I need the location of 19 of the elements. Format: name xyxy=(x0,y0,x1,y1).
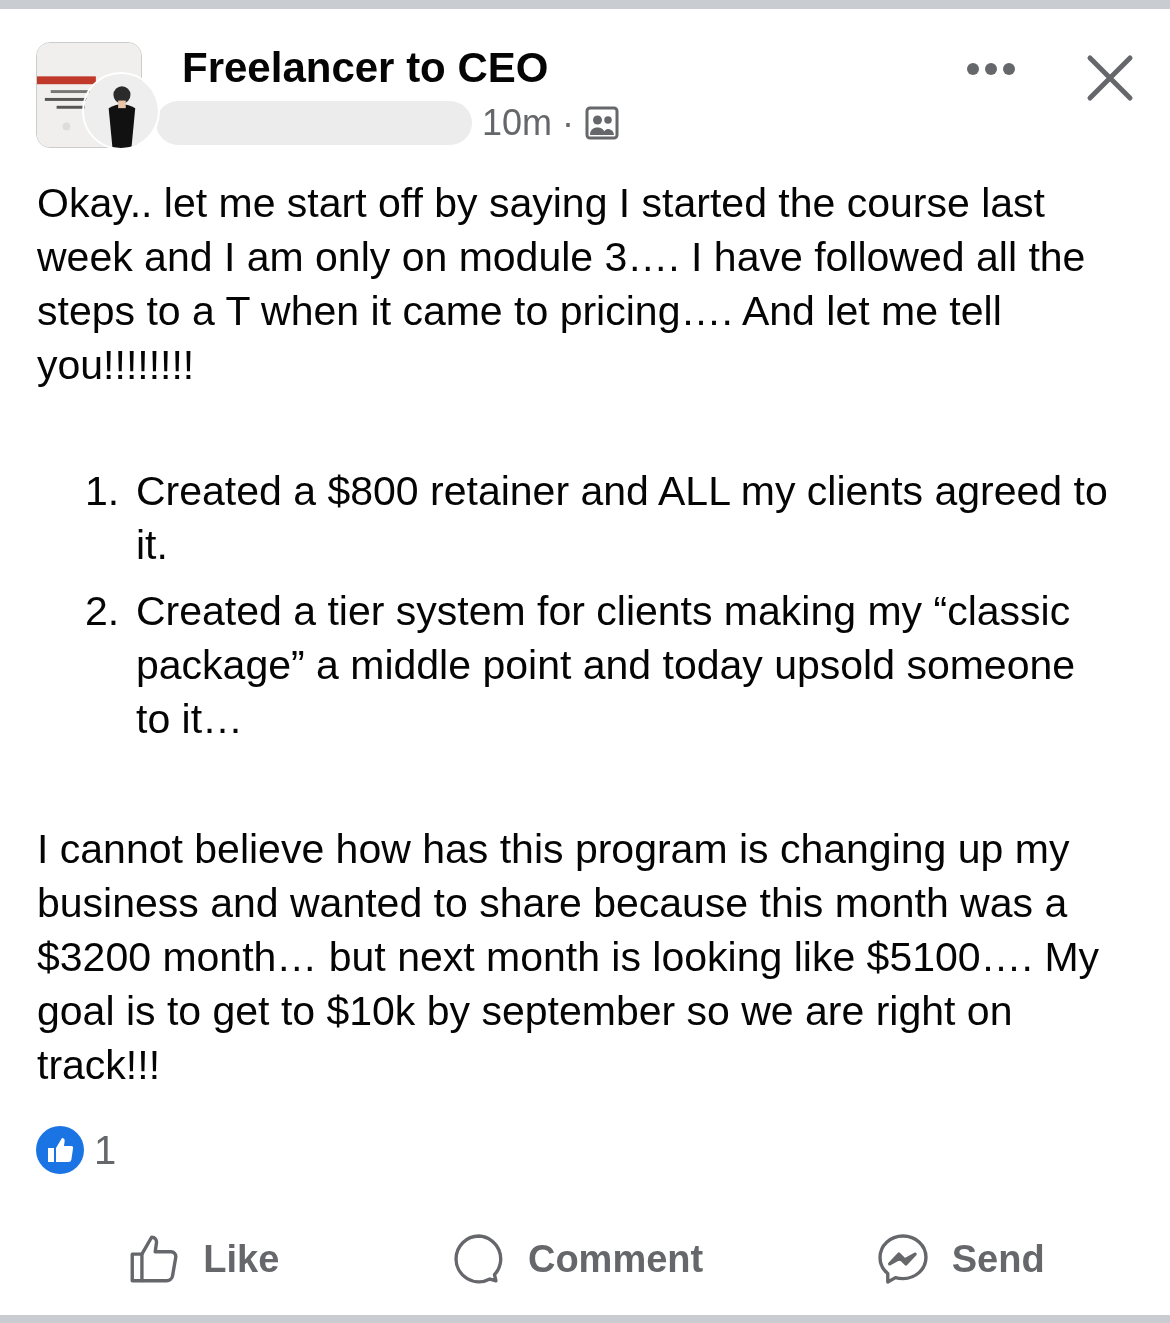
list-item-text: Created a tier system for clients making my “classic package” a middle point and today upsold someone to it… xyxy=(136,587,1077,744)
like-reaction-icon xyxy=(36,1126,84,1174)
post-paragraph: I cannot believe how has this program is changing up my business and wanted to share because this month was a $3200 month… but next month is looking like $5100…. My goal is to get to $10k by september so we are right on track!!! xyxy=(37,825,1101,1090)
group-members-icon xyxy=(584,105,621,141)
separator-dot: · xyxy=(562,101,575,145)
list-item-text: Created a $800 retainer and ALL my clients agreed to it. xyxy=(136,467,1109,570)
group-name[interactable]: Freelancer to CEO xyxy=(182,42,966,94)
reaction-count[interactable]: 1 xyxy=(94,1120,117,1180)
more-icon xyxy=(966,62,1016,76)
list-number: 2. xyxy=(84,587,121,636)
close-icon xyxy=(1086,54,1134,102)
post-paragraph: Okay.. let me start off by saying I started the course last week and I am only on module 3…. I have followed all the steps to a T when it came to pricing…. And let me tell you!!!!!!!! xyxy=(37,179,1087,390)
send-button[interactable]: Send xyxy=(873,1230,1045,1288)
close-button[interactable] xyxy=(1086,54,1134,102)
post-time: 10m xyxy=(482,101,553,145)
list-number: 1. xyxy=(84,467,121,516)
comment-button[interactable]: Comment xyxy=(449,1230,704,1288)
like-button[interactable]: Like xyxy=(125,1230,280,1288)
more-options-button[interactable] xyxy=(966,62,1016,76)
